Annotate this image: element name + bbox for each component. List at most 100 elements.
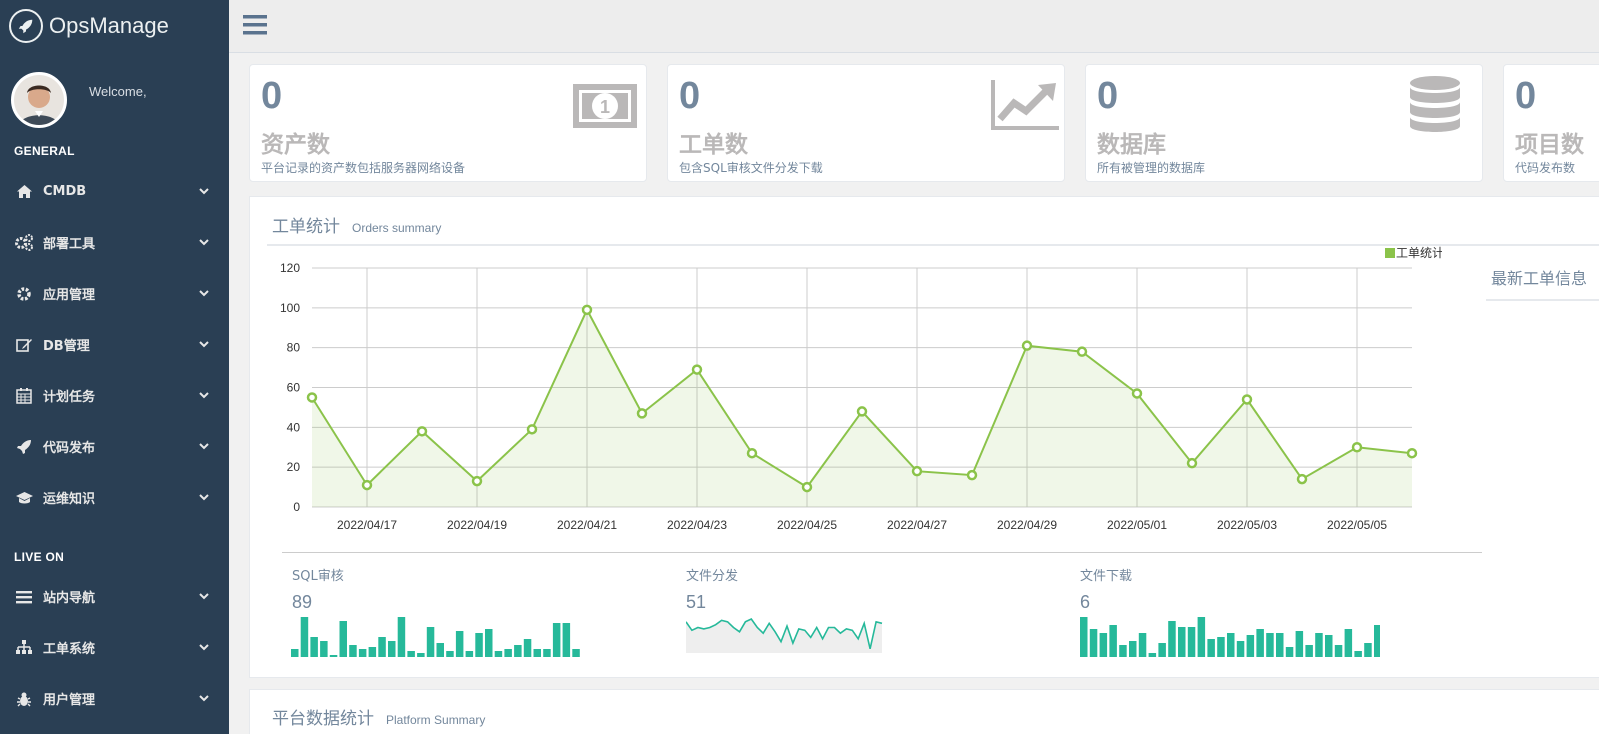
spark-bar	[1305, 645, 1313, 657]
chevron-down-icon	[199, 188, 209, 195]
spark-bar	[417, 653, 425, 657]
spark-bar	[1344, 629, 1353, 657]
sidebar-item-label: 用户管理	[43, 693, 96, 708]
spark-bar	[1119, 645, 1127, 657]
legend-label: 工单统计	[1396, 246, 1442, 260]
spark-bar	[1207, 639, 1215, 657]
spark-bar	[1178, 627, 1186, 657]
data-point	[691, 364, 703, 375]
y-tick-label: 0	[293, 500, 300, 514]
sidebar-item-label: CMDB	[43, 184, 87, 199]
chevron-down-icon	[199, 695, 209, 702]
data-point	[1186, 457, 1198, 469]
file-download-sparkline	[1080, 617, 1380, 657]
spark-bar	[310, 637, 318, 657]
sidebar-item-label: 计划任务	[43, 390, 96, 405]
spark-bar	[1285, 647, 1294, 657]
spark-bar	[436, 643, 444, 657]
menu-toggle-icon[interactable]	[243, 13, 269, 37]
chart-legend[interactable]: 工单统计	[1385, 246, 1442, 260]
spark-bar	[320, 641, 328, 657]
data-point	[526, 424, 538, 435]
rocket-icon	[14, 437, 34, 457]
tile-assets: 0 资产数 平台记录的资产数包括服务器网络设备 1	[249, 64, 647, 182]
spark-bar	[1295, 631, 1304, 657]
x-tick-label: 2022/04/23	[667, 518, 727, 532]
tile-count: 0	[1097, 75, 1119, 117]
avatar[interactable]	[11, 72, 67, 128]
sidebar-item-ticket-system[interactable]: 工单系统	[0, 622, 229, 673]
welcome-text: Welcome,	[89, 84, 147, 99]
spark-bar	[291, 649, 299, 657]
stat-label: 文件分发	[686, 569, 739, 584]
spark-bar	[1187, 627, 1196, 657]
file-distribution-sparkline	[686, 617, 883, 653]
profile: Welcome,	[0, 52, 229, 134]
bars-icon	[14, 587, 34, 607]
y-axis: 0 20 40 60 80 100 120	[280, 261, 300, 514]
sidebar-item-label: 应用管理	[43, 288, 96, 303]
data-point	[471, 475, 483, 487]
spark-bar	[407, 651, 415, 657]
panel-title: 平台数据统计 Platform Summary	[272, 704, 485, 729]
spark-bar	[1148, 653, 1157, 657]
sidebar-item-app-management[interactable]: 应用管理	[0, 268, 229, 319]
section-title-general: GENERAL	[14, 144, 75, 158]
spark-bar	[485, 629, 493, 657]
stat-value: 6	[1080, 592, 1091, 612]
graduation-cap-icon	[14, 488, 34, 508]
tile-title: 资产数	[261, 132, 330, 158]
y-tick-label: 120	[280, 261, 300, 275]
x-tick-label: 2022/04/17	[337, 518, 397, 532]
sidebar-item-scheduled-tasks[interactable]: 计划任务	[0, 370, 229, 421]
tile-desc: 平台记录的资产数包括服务器网络设备	[261, 161, 466, 175]
sidebar-item-db-management[interactable]: DB管理	[0, 319, 229, 370]
chevron-down-icon	[199, 644, 209, 651]
sidebar-item-label: 工单系统	[43, 642, 96, 657]
data-point	[911, 465, 923, 477]
chevron-down-icon	[199, 443, 209, 450]
data-point	[1296, 473, 1308, 485]
data-point	[1406, 447, 1418, 459]
edit-icon	[14, 335, 34, 355]
spark-bar	[1217, 637, 1225, 657]
data-point	[416, 426, 428, 437]
data-point	[1241, 394, 1253, 405]
svg-text:1: 1	[600, 97, 610, 117]
spark-bar	[339, 621, 347, 657]
sidebar-item-user-management[interactable]: 用户管理	[0, 673, 229, 724]
spark-bar	[397, 617, 406, 657]
sitemap-icon	[14, 638, 34, 658]
tile-count: 0	[261, 75, 283, 117]
spark-bar	[329, 655, 338, 657]
data-point	[1351, 442, 1363, 453]
sidebar-item-site-nav[interactable]: 站内导航	[0, 571, 229, 622]
spark-bar	[358, 649, 367, 657]
spark-bar	[572, 649, 580, 657]
tile-count: 0	[679, 75, 701, 117]
spark-bar	[388, 641, 396, 657]
home-icon	[14, 182, 34, 202]
tile-projects: 0 项目数 代码发布数	[1503, 64, 1599, 182]
panel-subtitle: Orders summary	[352, 221, 442, 235]
panel-subtitle: Platform Summary	[386, 713, 486, 727]
database-icon	[1410, 76, 1460, 132]
orders-line-chart: 020406080100120 2022/04/17 2022/04/19 2022…	[280, 246, 1442, 532]
sidebar-item-cmdb[interactable]: CMDB	[0, 166, 229, 217]
sidebar-item-deploy-tools[interactable]: 部署工具	[0, 217, 229, 268]
sidebar-item-label: 代码发布	[43, 441, 96, 456]
spark-bar	[543, 649, 551, 657]
stat-value: 89	[292, 592, 313, 612]
panel-title-text: 平台数据统计	[272, 709, 374, 729]
sidebar-item-code-release[interactable]: 代码发布	[0, 421, 229, 472]
sidebar-item-label: 部署工具	[43, 237, 96, 252]
x-tick-label: 2022/04/25	[777, 518, 837, 532]
data-point	[1021, 340, 1033, 351]
spark-bar	[552, 623, 561, 657]
data-point	[581, 304, 593, 316]
x-tick-label: 2022/04/27	[887, 518, 947, 532]
brand[interactable]: OpsManage	[0, 0, 229, 52]
sidebar-item-ops-knowledge[interactable]: 运维知识	[0, 472, 229, 523]
x-axis: 2022/04/17 2022/04/19 2022/04/21 2022/04/23…	[337, 518, 1387, 532]
y-tick-label: 20	[287, 460, 301, 474]
